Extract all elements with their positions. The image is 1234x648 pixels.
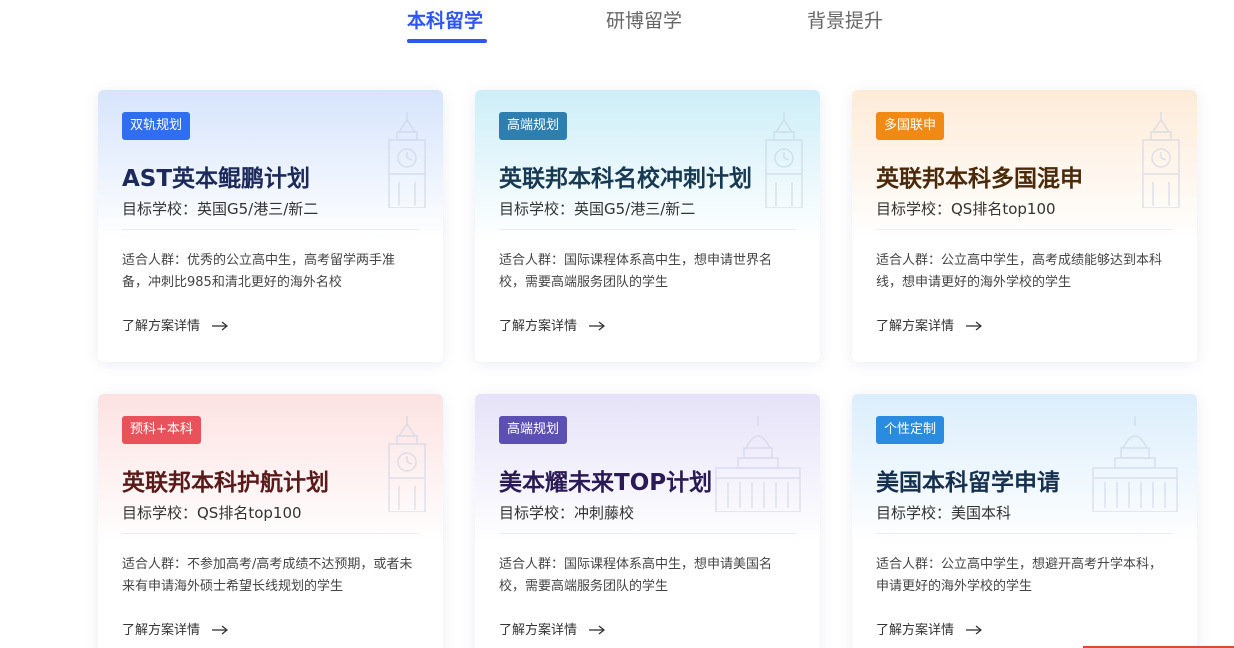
capitol-icon (710, 416, 806, 516)
target-schools: 目标学校：QS排名top100 (876, 200, 1056, 218)
target-schools: 目标学校：冲刺藤校 (499, 504, 635, 522)
program-card[interactable]: 预科+本科 英联邦本科护航计划 目标学校：QS排名top100 适合人群：不参加… (98, 394, 443, 648)
program-card[interactable]: 双轨规划 AST英本鲲鹏计划 目标学校：英国G5/港三/新二 适合人群：优秀的公… (98, 90, 443, 362)
target-schools: 目标学校：美国本科 (876, 504, 1012, 522)
view-details-label: 了解方案详情 (499, 623, 578, 638)
program-badge: 个性定制 (876, 416, 945, 444)
view-details-label: 了解方案详情 (876, 319, 955, 334)
arrow-right-icon (589, 624, 606, 635)
arrow-right-icon (212, 624, 229, 635)
arrow-right-icon (966, 624, 983, 635)
program-title: 英联邦本科护航计划 (122, 470, 329, 496)
card-divider (499, 533, 796, 534)
view-details-label: 了解方案详情 (499, 319, 578, 334)
program-title: AST英本鲲鹏计划 (122, 166, 311, 192)
clock-tower-icon (1139, 112, 1183, 212)
target-schools: 目标学校：英国G5/港三/新二 (499, 200, 696, 218)
arrow-right-icon (966, 320, 983, 331)
suitable-audience: 适合人群：不参加高考/高考成绩不达预期，或者未来有申请海外硕士希望长线规划的学生 (122, 557, 413, 594)
view-details-link[interactable]: 了解方案详情 (876, 315, 983, 334)
view-details-label: 了解方案详情 (122, 319, 201, 334)
target-schools: 目标学校：英国G5/港三/新二 (122, 200, 319, 218)
clock-tower-icon (385, 112, 429, 212)
tab-graduate-phd[interactable]: 研博留学 (606, 6, 682, 33)
card-divider (876, 229, 1173, 230)
program-title: 美国本科留学申请 (876, 470, 1060, 496)
arrow-right-icon (589, 320, 606, 331)
program-badge: 双轨规划 (122, 112, 191, 140)
clock-tower-icon (762, 112, 806, 212)
program-card[interactable]: 多国联申 英联邦本科多国混申 目标学校：QS排名top100 适合人群：公立高中… (852, 90, 1197, 362)
capitol-icon (1087, 416, 1183, 516)
program-card[interactable]: 个性定制 美国本科留学申请 目标学校：美国本科 适合人群：公立高中学生，想避开高… (852, 394, 1197, 648)
view-details-link[interactable]: 了解方案详情 (122, 315, 229, 334)
program-card[interactable]: 高端规划 英联邦本科名校冲刺计划 目标学校：英国G5/港三/新二 适合人群：国际… (475, 90, 820, 362)
program-card[interactable]: 高端规划 美本耀未来TOP计划 目标学校：冲刺藤校 适合人群：国际课程体系高中生… (475, 394, 820, 648)
view-details-link[interactable]: 了解方案详情 (499, 315, 606, 334)
arrow-right-icon (212, 320, 229, 331)
program-badge: 高端规划 (499, 416, 568, 444)
view-details-link[interactable]: 了解方案详情 (122, 619, 229, 638)
suitable-audience: 适合人群：国际课程体系高中生，想申请美国名校，需要高端服务团队的学生 (499, 557, 773, 594)
card-divider (122, 229, 419, 230)
view-details-label: 了解方案详情 (122, 623, 201, 638)
tab-bar: 本科留学 研博留学 背景提升 (0, 0, 1234, 50)
view-details-label: 了解方案详情 (876, 623, 955, 638)
card-divider (876, 533, 1173, 534)
program-title: 美本耀未来TOP计划 (499, 470, 713, 496)
card-divider (122, 533, 419, 534)
suitable-audience: 适合人群：公立高中学生，想避开高考升学本科，申请更好的海外学校的学生 (876, 557, 1163, 594)
suitable-audience: 适合人群：国际课程体系高中生，想申请世界名校，需要高端服务团队的学生 (499, 253, 773, 290)
view-details-link[interactable]: 了解方案详情 (876, 619, 983, 638)
program-title: 英联邦本科名校冲刺计划 (499, 166, 752, 192)
tab-background-improvement[interactable]: 背景提升 (807, 6, 883, 33)
suitable-audience: 适合人群：优秀的公立高中生，高考留学两手准备，冲刺比985和清北更好的海外名校 (122, 253, 396, 290)
target-schools: 目标学校：QS排名top100 (122, 504, 302, 522)
program-badge: 多国联申 (876, 112, 945, 140)
program-badge: 预科+本科 (122, 416, 201, 444)
view-details-link[interactable]: 了解方案详情 (499, 619, 606, 638)
program-badge: 高端规划 (499, 112, 568, 140)
active-tab-indicator (407, 39, 487, 43)
tab-undergraduate[interactable]: 本科留学 (407, 6, 483, 33)
program-title: 英联邦本科多国混申 (876, 166, 1083, 192)
suitable-audience: 适合人群：公立高中学生，高考成绩能够达到本科线，想申请更好的海外学校的学生 (876, 253, 1163, 290)
clock-tower-icon (385, 416, 429, 516)
card-divider (499, 229, 796, 230)
